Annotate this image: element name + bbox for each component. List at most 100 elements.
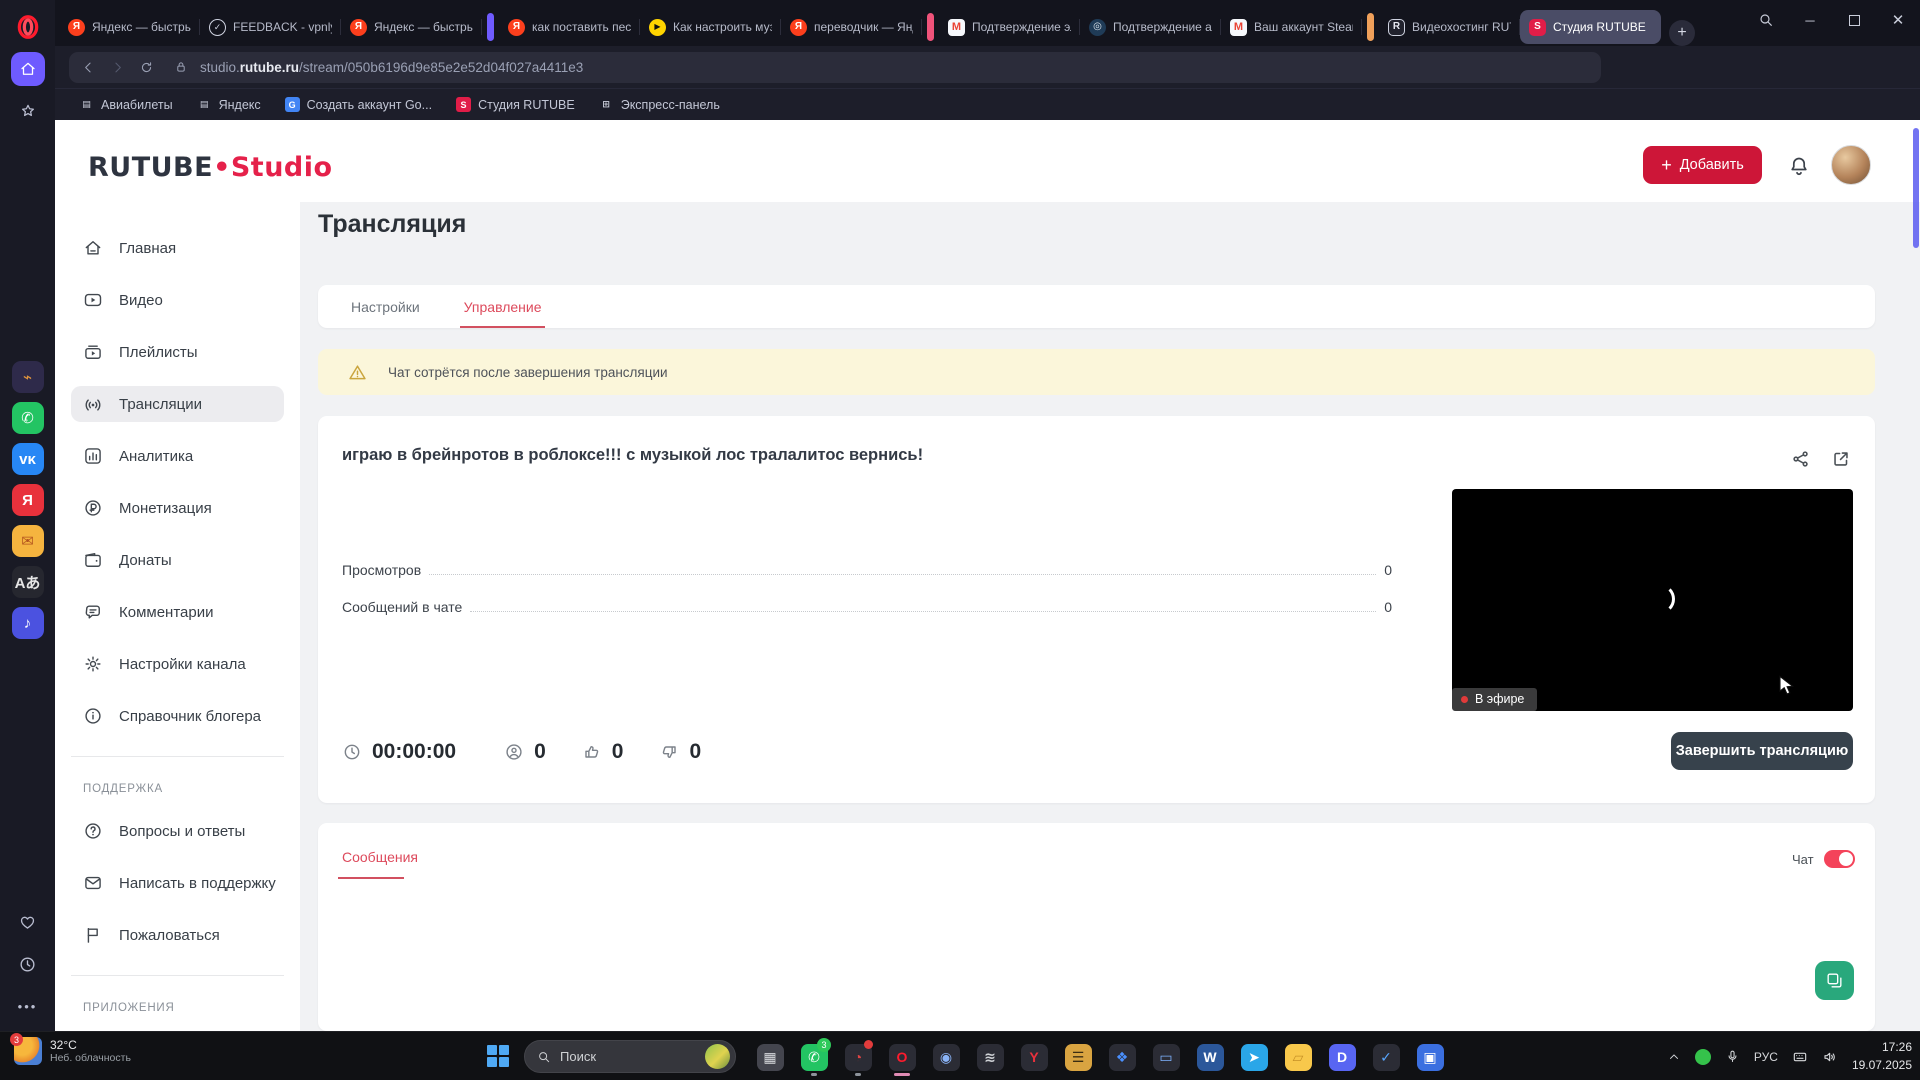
- address-bar[interactable]: studio.rutube.ru/stream/050b6196d9e85e2e…: [69, 51, 1601, 83]
- browser-tab[interactable]: R Видеохостинг RUTU: [1379, 10, 1520, 44]
- opera-menu-icon[interactable]: [11, 10, 45, 44]
- antivirus-icon[interactable]: [1694, 1048, 1711, 1065]
- reload-icon[interactable]: [139, 60, 154, 75]
- sidebar-item-monetization[interactable]: Монетизация: [71, 490, 284, 526]
- taskbar-app-camera-app[interactable]: ◉: [924, 1037, 968, 1077]
- bookmark-item[interactable]: G Создать аккаунт Go...: [284, 97, 432, 112]
- taskbar-app-discord[interactable]: D: [1320, 1037, 1364, 1077]
- sidebar-item-faq[interactable]: Вопросы и ответы: [71, 813, 284, 849]
- sidebar-item-contact-support[interactable]: Написать в поддержку: [71, 865, 284, 901]
- maximize-button[interactable]: [1832, 0, 1876, 40]
- clock-widget[interactable]: 17:26 19.07.2025: [1852, 1039, 1912, 1074]
- taskbar-app-telegram[interactable]: ➤: [1232, 1037, 1276, 1077]
- weather-widget[interactable]: 3 32°C Неб. облачность: [10, 1033, 131, 1065]
- chat-toggle[interactable]: [1824, 850, 1855, 868]
- tab-search-icon[interactable]: [1744, 0, 1788, 40]
- browser-tab[interactable]: Якак поставить песн: [499, 10, 640, 44]
- browser-tab[interactable]: S Студия RUTUBE: [1520, 10, 1661, 44]
- minimize-button[interactable]: ─: [1788, 0, 1832, 40]
- search-placeholder: Поиск: [560, 1049, 597, 1064]
- sidebar-item-playlists[interactable]: Плейлисты: [71, 334, 284, 370]
- tab-messages[interactable]: Сообщения: [342, 849, 418, 865]
- browser-tab[interactable]: Я Яндекс — быстрый: [59, 10, 200, 44]
- bookmark-item[interactable]: ⊞ Экспресс-панель: [599, 97, 719, 112]
- close-button[interactable]: ✕: [1876, 0, 1920, 40]
- taskbar-app-opera[interactable]: O: [880, 1037, 924, 1077]
- back-icon[interactable]: [81, 60, 96, 75]
- taskbar-app-photos[interactable]: ▦: [748, 1037, 792, 1077]
- language-indicator[interactable]: РУС: [1754, 1050, 1778, 1064]
- search-highlight-image[interactable]: [705, 1044, 730, 1069]
- sidebar-item-home[interactable]: Главная: [71, 230, 284, 266]
- tab-settings[interactable]: Настройки: [351, 285, 420, 328]
- taskbar-app-word[interactable]: W: [1188, 1037, 1232, 1077]
- add-button[interactable]: + Добавить: [1643, 146, 1762, 184]
- browser-tab[interactable]: ✓ FEEDBACK - vpnly: [200, 10, 341, 44]
- music-icon[interactable]: ♪: [11, 607, 44, 639]
- vk-icon[interactable]: ᴠᴋ: [11, 443, 44, 475]
- bookmark-item[interactable]: ▤ Авиабилеты: [79, 97, 172, 112]
- start-button[interactable]: [487, 1045, 509, 1067]
- taskbar-app-whatsapp[interactable]: ✆ 3: [792, 1037, 836, 1077]
- taskbar-search[interactable]: Поиск: [524, 1040, 736, 1073]
- taskbar-app-files-amber[interactable]: ☰: [1056, 1037, 1100, 1077]
- browser-app-icon[interactable]: ⌁: [11, 361, 44, 393]
- home-tab-icon[interactable]: [10, 52, 45, 86]
- tray-chevron-up-icon[interactable]: [1667, 1050, 1681, 1064]
- yandex-icon[interactable]: Я: [11, 484, 44, 516]
- taskbar-app-design-app[interactable]: ≋: [968, 1037, 1012, 1077]
- sidebar-item-channel-settings[interactable]: Настройки канала: [71, 646, 284, 682]
- avatar[interactable]: [1831, 145, 1871, 185]
- favorites-heart-icon[interactable]: [11, 905, 45, 939]
- browser-tab[interactable]: ▶ Как настроить музы: [640, 10, 781, 44]
- tab-group-bar[interactable]: [1367, 13, 1374, 41]
- stream-stats: Просмотров 0 Сообщений в чате 0: [342, 562, 1392, 636]
- browser-tab[interactable]: Я Яндекс — быстрый: [341, 10, 482, 44]
- sidebar-item-blogger-guide[interactable]: Справочник блогера: [71, 698, 284, 734]
- touch-keyboard-icon[interactable]: [1792, 1049, 1808, 1065]
- browser-tab[interactable]: Япереводчик — Янд: [781, 10, 922, 44]
- taskbar-app-yandex-browser[interactable]: Y: [1012, 1037, 1056, 1077]
- taskbar-app-notes[interactable]: ▣: [1408, 1037, 1452, 1077]
- history-clock-icon[interactable]: [11, 947, 45, 981]
- external-link-icon[interactable]: [1830, 448, 1852, 470]
- stream-video-preview[interactable]: В эфире: [1452, 489, 1853, 711]
- taskbar-app-display-app[interactable]: ▭: [1144, 1037, 1188, 1077]
- sidebar-item-comments[interactable]: Комментарии: [71, 594, 284, 630]
- tab-control[interactable]: Управление: [459, 285, 546, 328]
- thumbs-down-icon[interactable]: [659, 742, 679, 762]
- sidebar-item-report[interactable]: Пожаловаться: [71, 917, 284, 953]
- page-scrollbar-thumb[interactable]: [1913, 128, 1919, 248]
- taskbar-app-updates[interactable]: ✓: [1364, 1037, 1408, 1077]
- yandex-mail-icon[interactable]: ✉: [11, 525, 44, 557]
- whatsapp-icon[interactable]: ✆: [11, 402, 44, 434]
- taskbar-app-security[interactable]: ❖: [1100, 1037, 1144, 1077]
- translator-icon[interactable]: Аあ: [11, 566, 44, 598]
- volume-icon[interactable]: [1822, 1049, 1838, 1065]
- tab-group-bar[interactable]: [487, 13, 494, 41]
- notifications-bell-icon[interactable]: [1787, 154, 1811, 178]
- bookmark-item[interactable]: ▤ Яндекс: [197, 97, 261, 112]
- sidebar-item-video[interactable]: Видео: [71, 282, 284, 318]
- bookmark-item[interactable]: S Студия RUTUBE: [456, 97, 575, 112]
- bookmarks-star-icon[interactable]: [11, 94, 45, 128]
- more-options-icon[interactable]: •••: [11, 989, 45, 1023]
- forward-icon[interactable]: [110, 60, 125, 75]
- tab-group-bar[interactable]: [927, 13, 934, 41]
- thumbs-up-icon[interactable]: [582, 742, 602, 762]
- microphone-icon[interactable]: [1725, 1049, 1740, 1064]
- miniplayer-float-button[interactable]: [1815, 961, 1854, 1000]
- rutube-studio-logo[interactable]: RUTUBE•Studio: [88, 152, 333, 183]
- end-stream-button[interactable]: Завершить трансляцию: [1671, 732, 1853, 770]
- sidebar-item-analytics[interactable]: Аналитика: [71, 438, 284, 474]
- sidebar-item-donations[interactable]: Донаты: [71, 542, 284, 578]
- taskbar-app-opera-gx[interactable]: ◔: [836, 1037, 880, 1077]
- new-tab-button[interactable]: +: [1669, 20, 1695, 46]
- url-text: studio.rutube.ru/stream/050b6196d9e85e2e…: [200, 59, 584, 75]
- browser-tab[interactable]: ◎ Подтверждение ад: [1080, 10, 1221, 44]
- sidebar-item-streams[interactable]: Трансляции: [71, 386, 284, 422]
- browser-tab[interactable]: M Ваш аккаунт Steam:: [1221, 10, 1362, 44]
- taskbar-app-folder[interactable]: ▱: [1276, 1037, 1320, 1077]
- share-icon[interactable]: [1790, 448, 1812, 470]
- browser-tab[interactable]: M Подтверждение эл: [939, 10, 1080, 44]
